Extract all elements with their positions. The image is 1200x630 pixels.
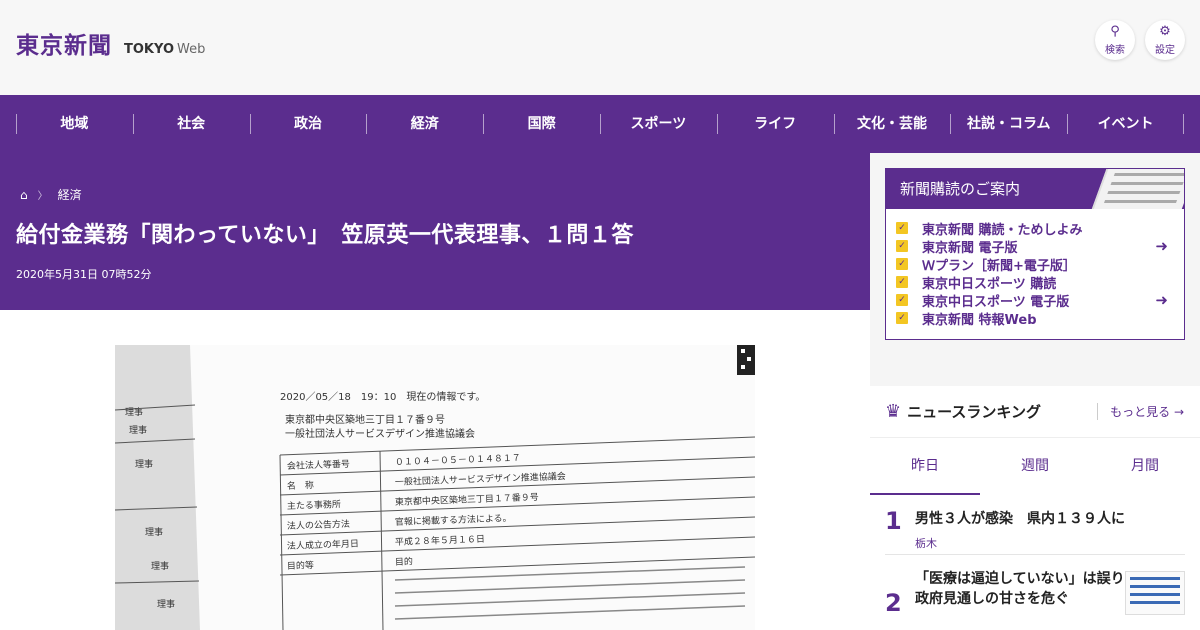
doc-row-label: 名 称 bbox=[287, 479, 314, 492]
ranking-tabs: 昨日 週間 月間 bbox=[870, 438, 1200, 495]
subscription-list: ✓ 東京新聞 購読・ためしよみ ✓ 東京新聞 電子版 ➜ ✓ Ｗプラン［新聞+電子版］ … bbox=[886, 209, 1184, 328]
more-link-label: もっと見る bbox=[1110, 405, 1171, 419]
registry-document-image: 2020／05／18 19：10 現在の情報です。 東京都中央区築地三丁目１７番… bbox=[115, 345, 755, 630]
subscription-title: 新聞購読のご案内 bbox=[900, 180, 1021, 198]
nav-item[interactable]: 政治 bbox=[249, 95, 367, 153]
subscription-item[interactable]: ✓ 東京中日スポーツ 購読 bbox=[896, 273, 1184, 292]
check-icon: ✓ bbox=[896, 240, 908, 252]
breadcrumb-separator: 〉 bbox=[37, 191, 48, 202]
check-icon: ✓ bbox=[896, 276, 908, 288]
side-label: 理事 bbox=[135, 458, 153, 470]
check-icon: ✓ bbox=[896, 222, 908, 234]
ranking-item[interactable]: 1 男性３人が感染 県内１３９人に 栃木 bbox=[885, 495, 1185, 555]
subscription-header: 新聞購読のご案内 bbox=[886, 169, 1184, 209]
subscription-item-label: 東京新聞 電子版 bbox=[922, 240, 1018, 256]
nav-item[interactable]: 地域 bbox=[16, 95, 133, 153]
subscription-item-label: 東京中日スポーツ 電子版 bbox=[922, 294, 1070, 310]
ranking-headline: 男性３人が感染 県内１３９人に bbox=[915, 511, 1125, 527]
subscription-item[interactable]: ✓ Ｗプラン［新聞+電子版］ bbox=[896, 255, 1184, 274]
doc-stamp: 2020／05／18 19：10 現在の情報です。 bbox=[280, 390, 485, 403]
nav-item[interactable]: ライフ bbox=[716, 95, 834, 153]
subscription-item[interactable]: ✓ 東京新聞 電子版 ➜ bbox=[896, 237, 1184, 256]
logo-english: TOKYO Web bbox=[124, 42, 205, 57]
site-logo[interactable]: 東京新聞 TOKYO Web bbox=[16, 26, 205, 60]
main-nav: 地域 社会 政治 経済 国際 スポーツ ライフ 文化・芸能 社説・コラム イベン… bbox=[0, 95, 1200, 153]
tab-monthly[interactable]: 月間 bbox=[1090, 438, 1200, 495]
side-label: 理事 bbox=[145, 526, 163, 538]
article-photo: 2020／05／18 19：10 現在の情報です。 東京都中央区築地三丁目１７番… bbox=[115, 345, 755, 630]
nav-item[interactable]: 社会 bbox=[132, 95, 250, 153]
check-icon: ✓ bbox=[896, 312, 908, 324]
nav-item[interactable]: 文化・芸能 bbox=[833, 95, 951, 153]
site-header: 東京新聞 TOKYO Web ⚲ 検索 ⚙ 設定 bbox=[0, 0, 1200, 95]
nav-item[interactable]: イベント bbox=[1067, 95, 1184, 153]
subscription-box: 新聞購読のご案内 ✓ 東京新聞 購読・ためしよみ ✓ 東京新聞 電子版 ➜ ✓ Ｗプラン… bbox=[885, 168, 1185, 340]
subscription-item-label: 東京新聞 特報Web bbox=[922, 312, 1037, 328]
ranking-title: ニュースランキング bbox=[907, 403, 1041, 421]
check-icon: ✓ bbox=[896, 258, 908, 270]
subscription-item-label: Ｗプラン［新聞+電子版］ bbox=[922, 258, 1076, 274]
newspaper-graphic bbox=[1088, 169, 1184, 209]
doc-org: 一般社団法人サービスデザイン推進協議会 bbox=[285, 427, 475, 440]
arrow-right-icon: → bbox=[1173, 405, 1184, 419]
doc-row-value: 目的 bbox=[395, 555, 413, 568]
ranking-number: 2 bbox=[885, 589, 902, 617]
home-icon[interactable]: ⌂ bbox=[20, 188, 28, 202]
subscription-item[interactable]: ✓ 東京中日スポーツ 電子版 ➜ bbox=[896, 291, 1184, 310]
settings-label: 設定 bbox=[1155, 45, 1175, 56]
ranking-thumbnail bbox=[1125, 571, 1185, 615]
article-title: 給付金業務「関わっていない」 笠原英一代表理事、１問１答 bbox=[16, 223, 634, 248]
gear-icon: ⚙ bbox=[1159, 24, 1171, 39]
tab-yesterday[interactable]: 昨日 bbox=[870, 438, 980, 495]
more-link[interactable]: もっと見る → bbox=[1097, 403, 1184, 420]
subscription-item-label: 東京新聞 購読・ためしよみ bbox=[922, 222, 1083, 238]
login-icon[interactable]: ➜ bbox=[1155, 237, 1168, 255]
nav-item[interactable]: 経済 bbox=[366, 95, 483, 153]
doc-row-label: 目的等 bbox=[287, 559, 314, 572]
subscription-item-label: 東京中日スポーツ 購読 bbox=[922, 276, 1057, 292]
nav-item[interactable]: 国際 bbox=[483, 95, 600, 153]
search-label: 検索 bbox=[1105, 45, 1125, 56]
nav-item[interactable]: スポーツ bbox=[599, 95, 717, 153]
logo-japanese: 東京新聞 bbox=[16, 32, 112, 59]
subscription-item[interactable]: ✓ 東京新聞 特報Web bbox=[896, 309, 1184, 328]
side-label: 理事 bbox=[157, 598, 175, 610]
ranking-number: 1 bbox=[885, 507, 902, 535]
tab-weekly[interactable]: 週間 bbox=[980, 438, 1090, 495]
search-icon: ⚲ bbox=[1110, 24, 1120, 39]
crown-icon: ♛ bbox=[885, 401, 902, 422]
sidebar: 新聞購読のご案内 ✓ 東京新聞 購読・ためしよみ ✓ 東京新聞 電子版 ➜ ✓ Ｗプラン… bbox=[870, 153, 1200, 630]
nav-item[interactable]: 社説・コラム bbox=[950, 95, 1067, 153]
logo-web: Web bbox=[177, 42, 206, 57]
ranking-item[interactable]: 2 「医療は逼迫していない」は誤り 政府見通しの甘さを危ぐ bbox=[885, 555, 1185, 617]
article-hero: ⌂ 〉 経済 給付金業務「関わっていない」 笠原英一代表理事、１問１答 2020… bbox=[0, 153, 870, 310]
search-button[interactable]: ⚲ 検索 bbox=[1095, 20, 1135, 60]
breadcrumb-category[interactable]: 経済 bbox=[58, 186, 82, 203]
settings-button[interactable]: ⚙ 設定 bbox=[1145, 20, 1185, 60]
side-label: 理事 bbox=[151, 560, 169, 572]
article-date: 2020年5月31日 07時52分 bbox=[16, 268, 152, 281]
ranking-category[interactable]: 栃木 bbox=[915, 535, 937, 551]
side-label: 理事 bbox=[129, 424, 147, 436]
logo-tokyo: TOKYO bbox=[124, 42, 174, 57]
check-icon: ✓ bbox=[896, 294, 908, 306]
doc-address: 東京都中央区築地三丁目１７番９号 bbox=[285, 413, 445, 426]
ranking-headline: 「医療は逼迫していない」は誤り 政府見通しの甘さを危ぐ bbox=[915, 571, 1139, 607]
side-label: 理事 bbox=[125, 406, 143, 418]
subscription-item[interactable]: ✓ 東京新聞 購読・ためしよみ bbox=[896, 219, 1184, 238]
ranking-header: ♛ ニュースランキング もっと見る → bbox=[870, 386, 1200, 438]
login-icon[interactable]: ➜ bbox=[1155, 291, 1168, 309]
news-ranking: ♛ ニュースランキング もっと見る → 昨日 週間 月間 1 男性３人が感染 県… bbox=[870, 386, 1200, 630]
breadcrumb: ⌂ 〉 経済 bbox=[20, 186, 82, 203]
